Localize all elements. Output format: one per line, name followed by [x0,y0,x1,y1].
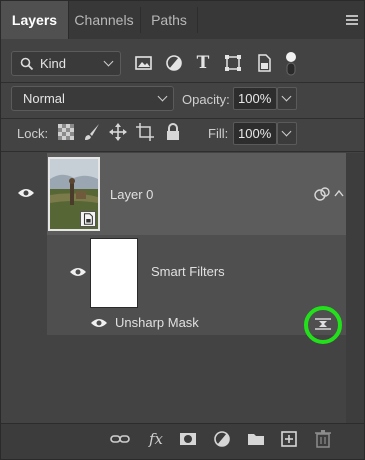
search-icon [20,57,34,71]
opacity-input[interactable]: 100% [233,87,277,110]
smart-filter-mask-thumbnail[interactable] [90,238,138,308]
lock-artboard-icon[interactable] [136,123,154,141]
smart-filters-label[interactable]: Smart Filters [151,264,225,279]
tab-divider [197,7,198,33]
lock-paint-icon[interactable] [83,123,101,141]
fill-dropdown[interactable] [277,122,297,145]
lock-label: Lock: [17,126,49,141]
type-filter-icon[interactable]: T [193,53,213,73]
divider [1,82,364,83]
filter-toggle-icon[interactable] [284,51,298,77]
lock-all-icon[interactable] [164,123,182,141]
scrollbar-track[interactable] [346,153,364,423]
filter-kind-label: Kind [40,56,67,71]
divider [1,151,364,152]
fx-icon[interactable]: fx [146,429,166,449]
chevron-down-icon [103,56,114,67]
shape-filter-icon[interactable] [223,53,243,73]
tab-paths[interactable]: Paths [143,1,195,39]
blend-mode-value: Normal [23,91,65,106]
lock-transparent-icon[interactable] [57,123,75,141]
fill-label: Fill: [208,126,229,141]
chevron-down-icon [157,91,168,102]
panel-tab-bar: Layers Channels Paths [1,1,364,39]
eye-icon[interactable] [91,318,107,328]
smart-object-badge-icon [80,211,96,227]
layer-mask-icon[interactable] [178,429,198,449]
delete-layer-icon[interactable] [313,429,333,449]
divider [1,118,364,119]
new-layer-icon[interactable] [279,429,299,449]
tab-channels[interactable]: Channels [71,1,137,39]
blend-mode-select[interactable]: Normal [11,86,174,111]
fill-input[interactable]: 100% [233,122,277,145]
layers-panel: Layers Channels Paths Kind T Normal Opac… [0,0,365,460]
layer-name[interactable]: Layer 0 [110,187,153,202]
tab-layers[interactable]: Layers [1,1,69,39]
filter-name[interactable]: Unsharp Mask [115,315,199,330]
panel-menu-icon[interactable] [346,15,358,25]
eye-icon[interactable] [70,267,86,277]
opacity-label: Opacity: [182,92,230,107]
eye-icon[interactable] [18,188,34,198]
smart-object-filter-icon[interactable] [254,53,274,73]
chevron-up-icon[interactable] [334,189,344,197]
group-folder-icon[interactable] [246,429,266,449]
opacity-dropdown[interactable] [277,87,297,110]
adjustment-filter-icon[interactable] [164,53,184,73]
adjustment-layer-icon[interactable] [212,429,232,449]
chevron-down-icon [281,91,292,102]
filter-kind-select[interactable]: Kind [11,51,121,76]
smart-filter-indicator-icon[interactable] [314,187,330,201]
image-filter-icon[interactable] [134,53,154,73]
lock-position-icon[interactable] [109,123,127,141]
highlight-ring [304,306,342,344]
link-layers-icon[interactable] [110,429,130,449]
tab-divider [140,7,141,33]
chevron-down-icon [281,126,292,137]
